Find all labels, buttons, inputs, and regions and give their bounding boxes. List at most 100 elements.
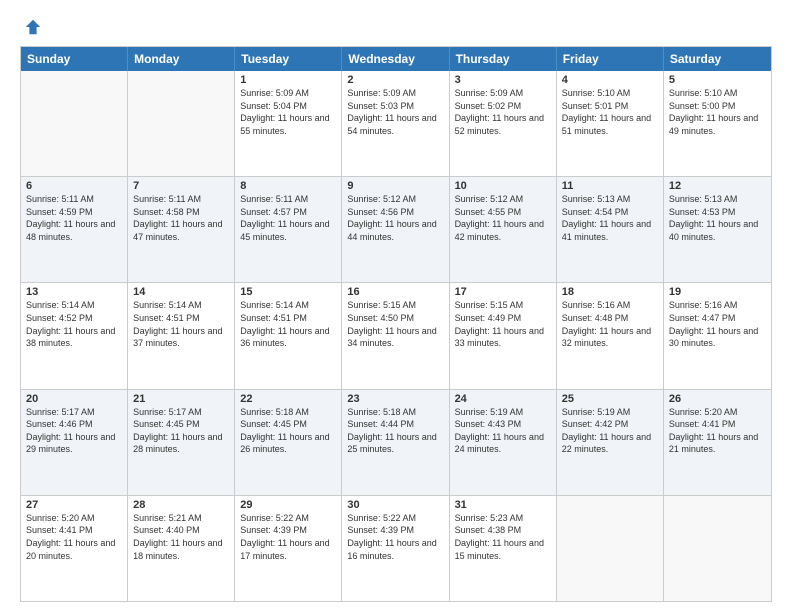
sunset-text: Sunset: 4:59 PM — [26, 206, 122, 219]
sunrise-text: Sunrise: 5:22 AM — [240, 512, 336, 525]
day-number: 3 — [455, 74, 551, 86]
sunrise-text: Sunrise: 5:19 AM — [455, 406, 551, 419]
daylight-text: Daylight: 11 hours and 47 minutes. — [133, 218, 229, 243]
header-day-wednesday: Wednesday — [342, 47, 449, 71]
cal-cell: 22Sunrise: 5:18 AMSunset: 4:45 PMDayligh… — [235, 390, 342, 495]
sunrise-text: Sunrise: 5:13 AM — [562, 193, 658, 206]
header-day-sunday: Sunday — [21, 47, 128, 71]
cal-cell: 3Sunrise: 5:09 AMSunset: 5:02 PMDaylight… — [450, 71, 557, 176]
daylight-text: Daylight: 11 hours and 45 minutes. — [240, 218, 336, 243]
day-number: 6 — [26, 180, 122, 192]
sunset-text: Sunset: 5:01 PM — [562, 100, 658, 113]
day-number: 7 — [133, 180, 229, 192]
header — [20, 18, 772, 36]
page: SundayMondayTuesdayWednesdayThursdayFrid… — [0, 0, 792, 612]
sunset-text: Sunset: 4:39 PM — [347, 524, 443, 537]
sunset-text: Sunset: 4:51 PM — [133, 312, 229, 325]
sunset-text: Sunset: 4:45 PM — [240, 418, 336, 431]
week-row-4: 27Sunrise: 5:20 AMSunset: 4:41 PMDayligh… — [21, 495, 771, 601]
sunrise-text: Sunrise: 5:11 AM — [240, 193, 336, 206]
sunset-text: Sunset: 4:44 PM — [347, 418, 443, 431]
sunrise-text: Sunrise: 5:20 AM — [26, 512, 122, 525]
cal-cell: 6Sunrise: 5:11 AMSunset: 4:59 PMDaylight… — [21, 177, 128, 282]
sunrise-text: Sunrise: 5:16 AM — [562, 299, 658, 312]
daylight-text: Daylight: 11 hours and 36 minutes. — [240, 325, 336, 350]
sunrise-text: Sunrise: 5:15 AM — [347, 299, 443, 312]
day-number: 24 — [455, 393, 551, 405]
day-number: 11 — [562, 180, 658, 192]
cal-cell: 8Sunrise: 5:11 AMSunset: 4:57 PMDaylight… — [235, 177, 342, 282]
day-number: 9 — [347, 180, 443, 192]
day-number: 14 — [133, 286, 229, 298]
cal-cell: 25Sunrise: 5:19 AMSunset: 4:42 PMDayligh… — [557, 390, 664, 495]
daylight-text: Daylight: 11 hours and 24 minutes. — [455, 431, 551, 456]
daylight-text: Daylight: 11 hours and 33 minutes. — [455, 325, 551, 350]
cal-cell: 23Sunrise: 5:18 AMSunset: 4:44 PMDayligh… — [342, 390, 449, 495]
day-number: 10 — [455, 180, 551, 192]
day-number: 15 — [240, 286, 336, 298]
sunrise-text: Sunrise: 5:19 AM — [562, 406, 658, 419]
day-number: 2 — [347, 74, 443, 86]
day-number: 17 — [455, 286, 551, 298]
cal-cell: 29Sunrise: 5:22 AMSunset: 4:39 PMDayligh… — [235, 496, 342, 601]
daylight-text: Daylight: 11 hours and 25 minutes. — [347, 431, 443, 456]
sunrise-text: Sunrise: 5:17 AM — [133, 406, 229, 419]
daylight-text: Daylight: 11 hours and 26 minutes. — [240, 431, 336, 456]
cal-cell: 20Sunrise: 5:17 AMSunset: 4:46 PMDayligh… — [21, 390, 128, 495]
cal-cell: 7Sunrise: 5:11 AMSunset: 4:58 PMDaylight… — [128, 177, 235, 282]
daylight-text: Daylight: 11 hours and 40 minutes. — [669, 218, 766, 243]
day-number: 21 — [133, 393, 229, 405]
day-number: 23 — [347, 393, 443, 405]
sunrise-text: Sunrise: 5:21 AM — [133, 512, 229, 525]
sunrise-text: Sunrise: 5:10 AM — [669, 87, 766, 100]
day-number: 12 — [669, 180, 766, 192]
sunrise-text: Sunrise: 5:09 AM — [240, 87, 336, 100]
sunset-text: Sunset: 4:49 PM — [455, 312, 551, 325]
cal-cell: 27Sunrise: 5:20 AMSunset: 4:41 PMDayligh… — [21, 496, 128, 601]
sunrise-text: Sunrise: 5:09 AM — [455, 87, 551, 100]
day-number: 30 — [347, 499, 443, 511]
daylight-text: Daylight: 11 hours and 32 minutes. — [562, 325, 658, 350]
cal-cell: 19Sunrise: 5:16 AMSunset: 4:47 PMDayligh… — [664, 283, 771, 388]
day-number: 13 — [26, 286, 122, 298]
sunset-text: Sunset: 4:40 PM — [133, 524, 229, 537]
cal-cell: 30Sunrise: 5:22 AMSunset: 4:39 PMDayligh… — [342, 496, 449, 601]
sunset-text: Sunset: 4:45 PM — [133, 418, 229, 431]
sunrise-text: Sunrise: 5:20 AM — [669, 406, 766, 419]
daylight-text: Daylight: 11 hours and 20 minutes. — [26, 537, 122, 562]
sunset-text: Sunset: 4:54 PM — [562, 206, 658, 219]
day-number: 5 — [669, 74, 766, 86]
cal-cell: 28Sunrise: 5:21 AMSunset: 4:40 PMDayligh… — [128, 496, 235, 601]
sunset-text: Sunset: 4:53 PM — [669, 206, 766, 219]
cal-cell — [557, 496, 664, 601]
sunrise-text: Sunrise: 5:14 AM — [240, 299, 336, 312]
week-row-0: 1Sunrise: 5:09 AMSunset: 5:04 PMDaylight… — [21, 71, 771, 176]
week-row-3: 20Sunrise: 5:17 AMSunset: 4:46 PMDayligh… — [21, 389, 771, 495]
day-number: 8 — [240, 180, 336, 192]
cal-cell: 17Sunrise: 5:15 AMSunset: 4:49 PMDayligh… — [450, 283, 557, 388]
sunrise-text: Sunrise: 5:18 AM — [240, 406, 336, 419]
header-day-monday: Monday — [128, 47, 235, 71]
daylight-text: Daylight: 11 hours and 55 minutes. — [240, 112, 336, 137]
day-number: 29 — [240, 499, 336, 511]
sunset-text: Sunset: 5:04 PM — [240, 100, 336, 113]
daylight-text: Daylight: 11 hours and 21 minutes. — [669, 431, 766, 456]
sunrise-text: Sunrise: 5:13 AM — [669, 193, 766, 206]
sunset-text: Sunset: 4:41 PM — [669, 418, 766, 431]
cal-cell: 24Sunrise: 5:19 AMSunset: 4:43 PMDayligh… — [450, 390, 557, 495]
cal-cell — [664, 496, 771, 601]
sunset-text: Sunset: 4:41 PM — [26, 524, 122, 537]
sunset-text: Sunset: 4:51 PM — [240, 312, 336, 325]
daylight-text: Daylight: 11 hours and 54 minutes. — [347, 112, 443, 137]
daylight-text: Daylight: 11 hours and 51 minutes. — [562, 112, 658, 137]
cal-cell: 14Sunrise: 5:14 AMSunset: 4:51 PMDayligh… — [128, 283, 235, 388]
sunrise-text: Sunrise: 5:17 AM — [26, 406, 122, 419]
daylight-text: Daylight: 11 hours and 34 minutes. — [347, 325, 443, 350]
cal-cell: 31Sunrise: 5:23 AMSunset: 4:38 PMDayligh… — [450, 496, 557, 601]
sunrise-text: Sunrise: 5:14 AM — [26, 299, 122, 312]
daylight-text: Daylight: 11 hours and 17 minutes. — [240, 537, 336, 562]
daylight-text: Daylight: 11 hours and 44 minutes. — [347, 218, 443, 243]
sunrise-text: Sunrise: 5:16 AM — [669, 299, 766, 312]
sunset-text: Sunset: 4:50 PM — [347, 312, 443, 325]
cal-cell: 18Sunrise: 5:16 AMSunset: 4:48 PMDayligh… — [557, 283, 664, 388]
